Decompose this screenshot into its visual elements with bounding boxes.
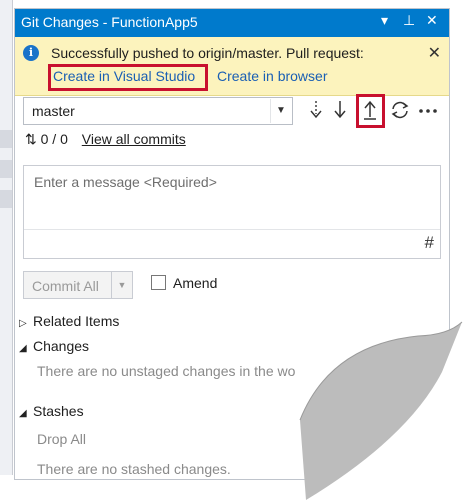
- view-all-commits-link[interactable]: View all commits: [82, 131, 186, 147]
- stashes-header[interactable]: ◢ Stashes: [19, 403, 84, 419]
- sync-icon[interactable]: [389, 99, 411, 123]
- panel-title: Git Changes - FunctionApp5: [21, 14, 198, 30]
- info-message: Successfully pushed to origin/master. Pu…: [51, 45, 364, 61]
- collapse-triangle-icon: ◢: [19, 343, 27, 354]
- drop-all-button[interactable]: Drop All: [37, 431, 86, 447]
- fetch-icon[interactable]: [305, 99, 327, 123]
- checkbox-icon: [151, 275, 166, 290]
- commit-all-label: Commit All: [32, 278, 99, 294]
- create-in-browser-link[interactable]: Create in browser: [217, 68, 328, 84]
- close-infobar-icon[interactable]: ✕: [428, 43, 441, 63]
- pin-icon[interactable]: ⊥: [403, 12, 415, 29]
- background-strip-block: [0, 190, 12, 208]
- info-icon: i: [23, 45, 39, 61]
- panel-titlebar: Git Changes - FunctionApp5 ▾ ⊥ ✕: [15, 9, 449, 37]
- collapse-triangle-icon: ◢: [19, 408, 27, 419]
- background-strip-block: [0, 130, 12, 148]
- related-items-header[interactable]: ▷ Related Items: [19, 313, 119, 329]
- commit-message-footer: #: [24, 229, 440, 258]
- more-options-icon[interactable]: [415, 99, 441, 123]
- branch-dropdown[interactable]: master ▼: [23, 97, 293, 125]
- commit-all-button[interactable]: Commit All ▼: [23, 271, 133, 299]
- stashes-label: Stashes: [33, 403, 84, 419]
- branch-name: master: [32, 103, 75, 119]
- sync-status-row: ⇅ 0 / 0 View all commits: [25, 131, 186, 151]
- commit-counts: 0 / 0: [40, 131, 68, 147]
- amend-checkbox[interactable]: Amend: [151, 275, 217, 295]
- changes-label: Changes: [33, 338, 90, 354]
- commit-message-placeholder: Enter a message <Required>: [34, 174, 217, 190]
- close-icon[interactable]: ✕: [426, 12, 438, 29]
- background-strip-block: [0, 160, 12, 178]
- expand-triangle-icon: ▷: [19, 318, 27, 329]
- dropdown-icon[interactable]: ▾: [381, 12, 388, 29]
- changes-empty-text: There are no unstaged changes in the wo: [37, 363, 296, 379]
- pull-icon[interactable]: [329, 99, 351, 123]
- stashes-empty-text: There are no stashed changes.: [37, 461, 231, 477]
- commit-message-input[interactable]: Enter a message <Required> #: [23, 165, 441, 259]
- info-bar: i Successfully pushed to origin/master. …: [15, 37, 449, 96]
- amend-label: Amend: [173, 275, 218, 291]
- incoming-outgoing-icon: ⇅: [25, 131, 37, 147]
- chevron-down-icon[interactable]: ▼: [111, 272, 132, 298]
- related-items-label: Related Items: [33, 313, 120, 329]
- push-icon[interactable]: [359, 99, 381, 123]
- changes-header[interactable]: ◢ Changes: [19, 338, 89, 354]
- create-in-visual-studio-link[interactable]: Create in Visual Studio: [53, 68, 195, 84]
- hash-icon[interactable]: #: [425, 233, 434, 253]
- git-changes-panel: Git Changes - FunctionApp5 ▾ ⊥ ✕ i Succe…: [14, 8, 450, 480]
- background-window-strip: [0, 0, 13, 475]
- chevron-down-icon: ▼: [270, 99, 291, 123]
